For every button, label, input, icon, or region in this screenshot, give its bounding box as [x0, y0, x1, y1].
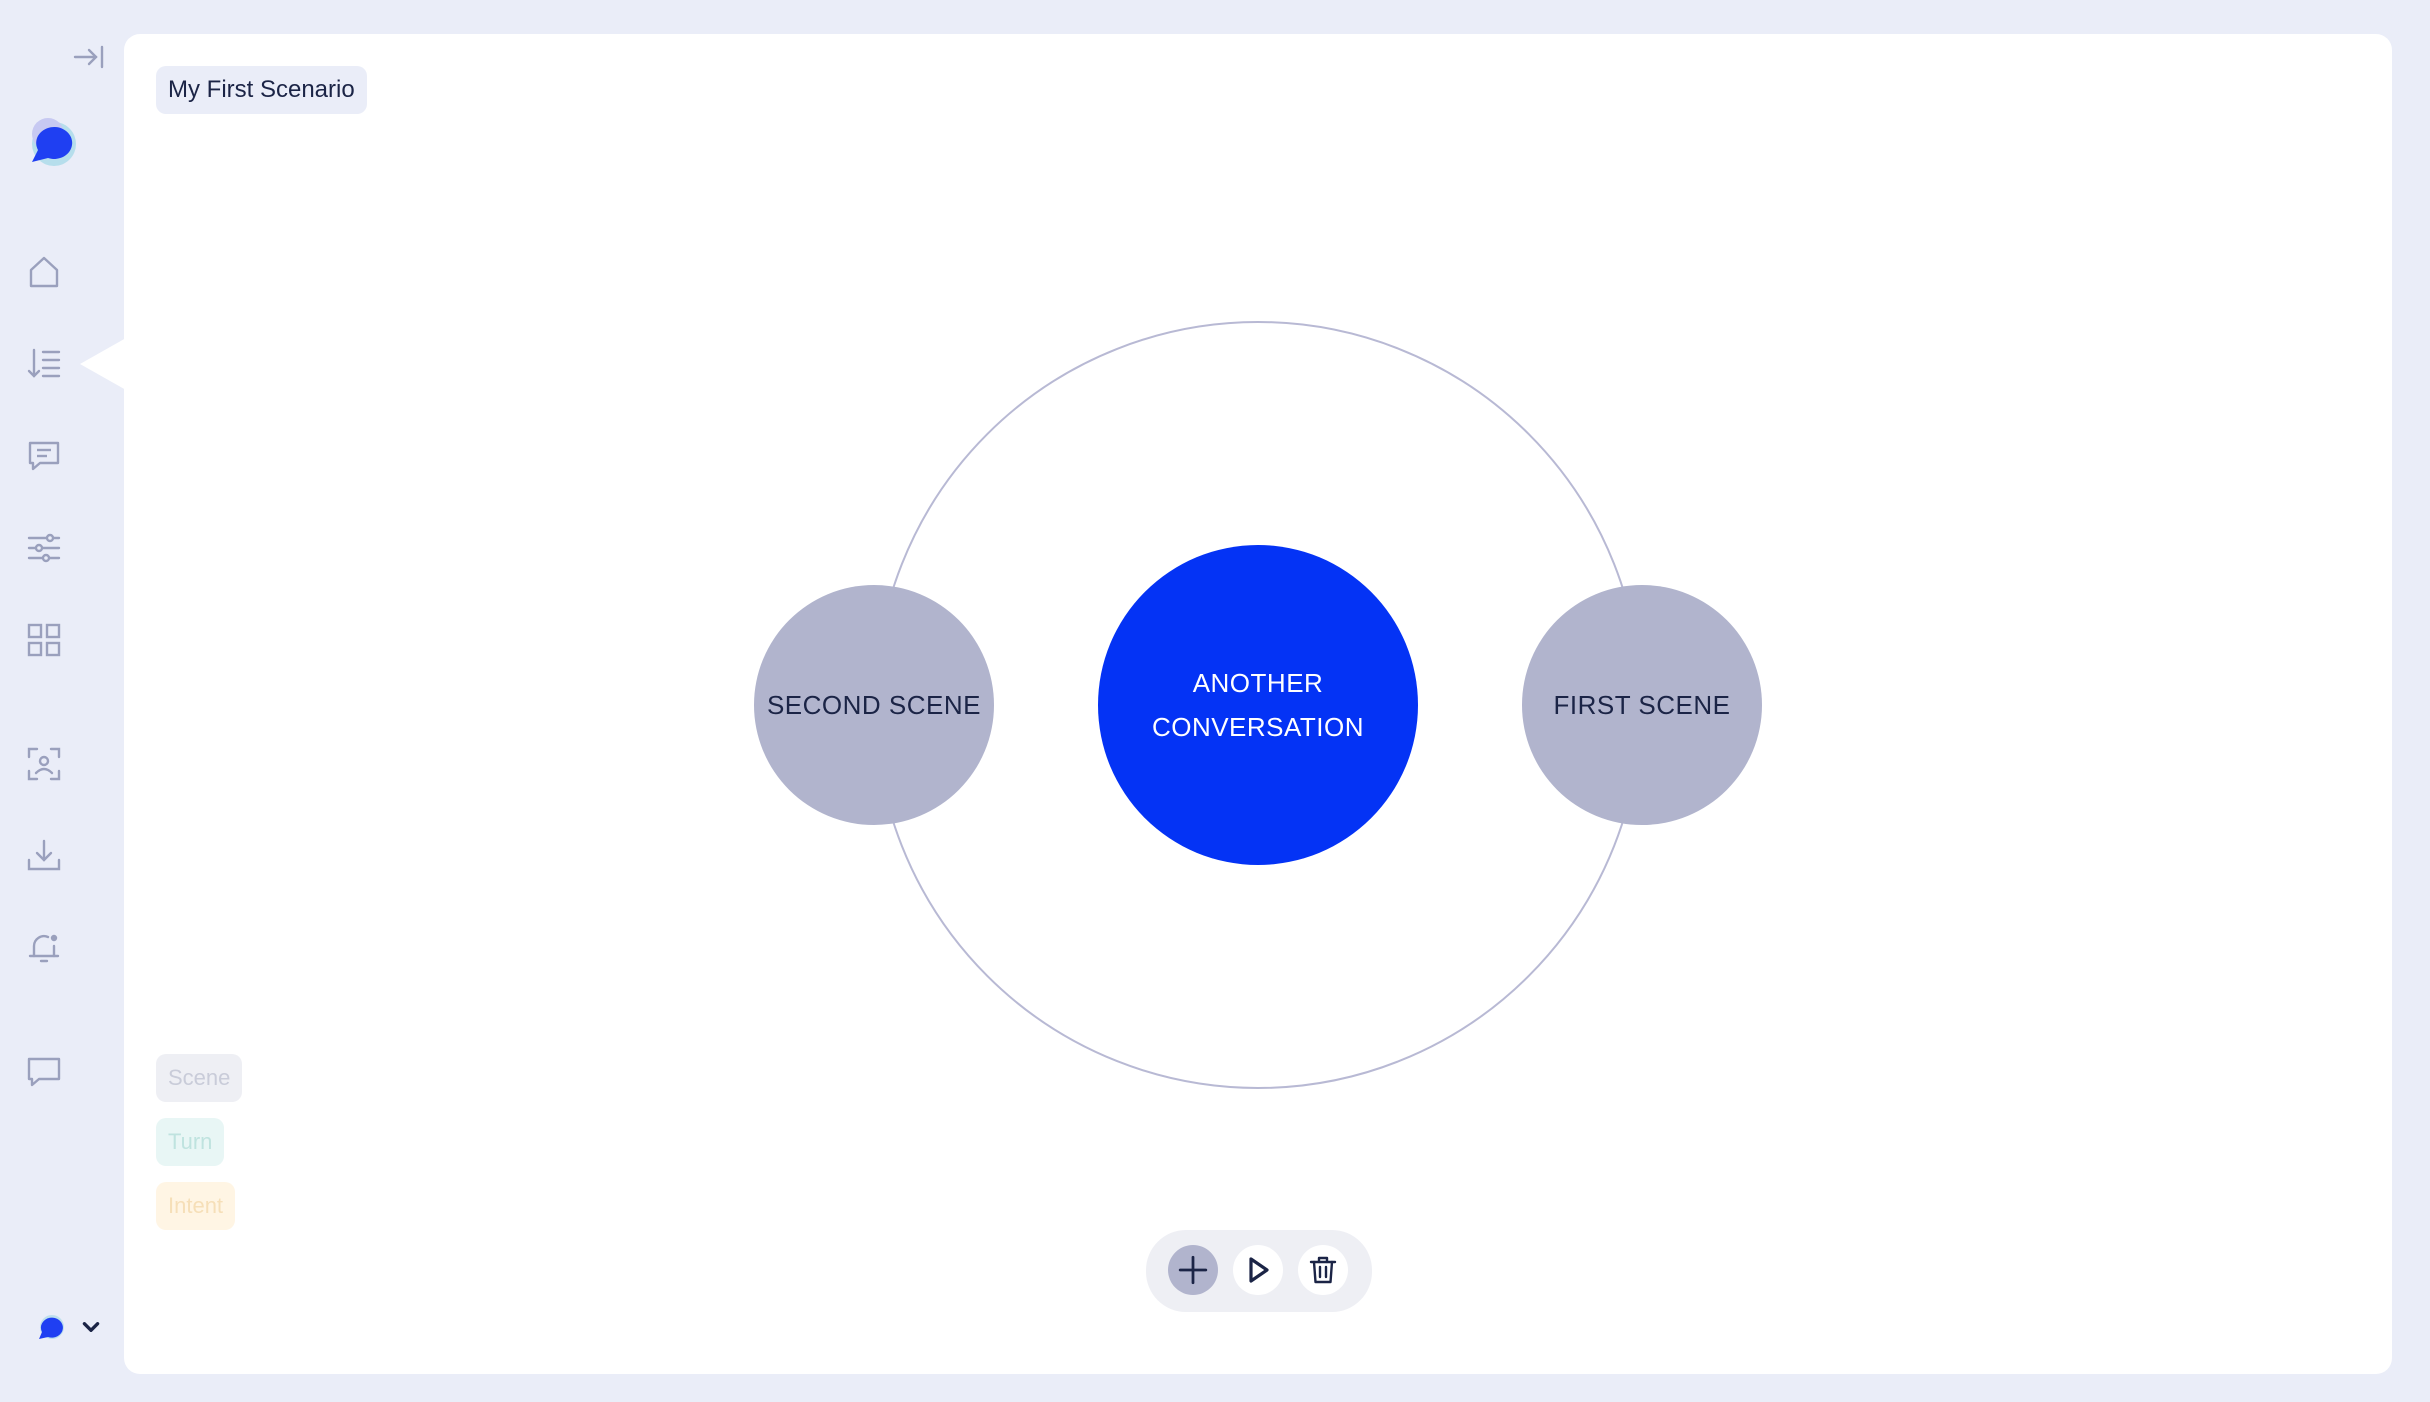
workspace-logo-icon — [39, 1315, 64, 1339]
collapse-sidebar-icon[interactable] — [72, 40, 106, 74]
plus-icon — [1178, 1255, 1208, 1285]
sidebar — [0, 0, 126, 1402]
graph-toolbar — [1146, 1230, 1372, 1312]
settings-sliders-icon — [27, 533, 61, 563]
sidebar-item-messages[interactable] — [24, 436, 64, 476]
grid-icon — [27, 623, 61, 657]
home-icon — [29, 256, 59, 288]
legend-item-intent: Intent — [156, 1182, 236, 1230]
active-item-indicator — [80, 338, 126, 390]
conversation-label-line-1: ANOTHER — [1192, 668, 1324, 698]
scene-node-first-label: FIRST SCENE — [1553, 689, 1731, 720]
sidebar-item-notifications[interactable] — [24, 928, 64, 968]
delete-button[interactable] — [1298, 1245, 1348, 1295]
download-icon — [27, 839, 61, 871]
conversation-node-label: ANOTHER CONVERSATION — [1118, 661, 1398, 749]
conversation-label-line-2: CONVERSATION — [1151, 712, 1365, 742]
legend-item-scene: Scene — [156, 1054, 243, 1102]
play-icon — [1249, 1257, 1269, 1283]
play-button[interactable] — [1233, 1245, 1283, 1295]
sidebar-item-face-scan[interactable] — [24, 744, 64, 784]
trash-icon — [1309, 1256, 1337, 1284]
scenarios-icon — [27, 348, 61, 378]
app-window: My First Scenario SECOND SCENE FIRST SCE… — [0, 0, 2430, 1402]
chevron-down-icon — [82, 1322, 100, 1332]
add-button[interactable] — [1168, 1245, 1218, 1295]
legend-item-turn: Turn — [156, 1118, 225, 1166]
sidebar-item-home[interactable] — [24, 252, 64, 292]
workspace-switcher[interactable] — [36, 1308, 116, 1346]
sidebar-item-scenarios[interactable] — [24, 344, 64, 384]
scene-node-second-label: SECOND SCENE — [766, 689, 982, 720]
scenario-canvas: My First Scenario SECOND SCENE FIRST SCE… — [124, 34, 2392, 1374]
sidebar-item-grid[interactable] — [24, 620, 64, 660]
sidebar-item-download[interactable] — [24, 836, 64, 876]
sidebar-item-settings[interactable] — [24, 528, 64, 568]
brand-logo-icon[interactable] — [24, 110, 84, 170]
chat-icon — [27, 1057, 61, 1087]
messages-icon — [28, 441, 60, 471]
sidebar-item-chat[interactable] — [24, 1052, 64, 1092]
face-scan-icon — [27, 747, 61, 781]
notification-icon — [28, 934, 60, 963]
